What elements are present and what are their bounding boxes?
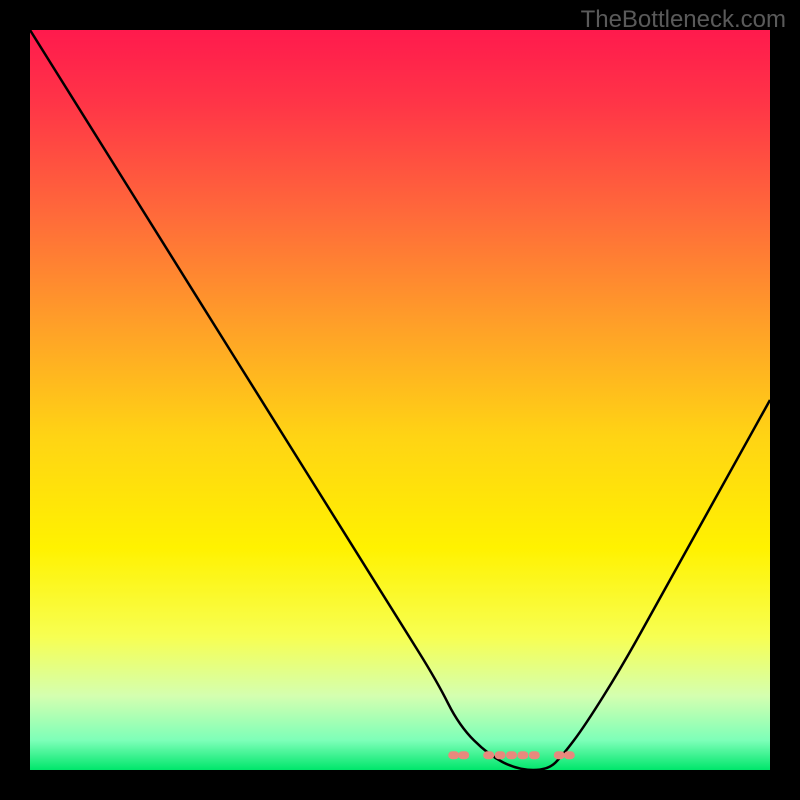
chart-canvas (30, 30, 770, 770)
chart-svg (30, 30, 770, 770)
gradient-background (30, 30, 770, 770)
optimal-zone-markers (448, 751, 575, 759)
watermark-text: TheBottleneck.com (581, 6, 786, 34)
